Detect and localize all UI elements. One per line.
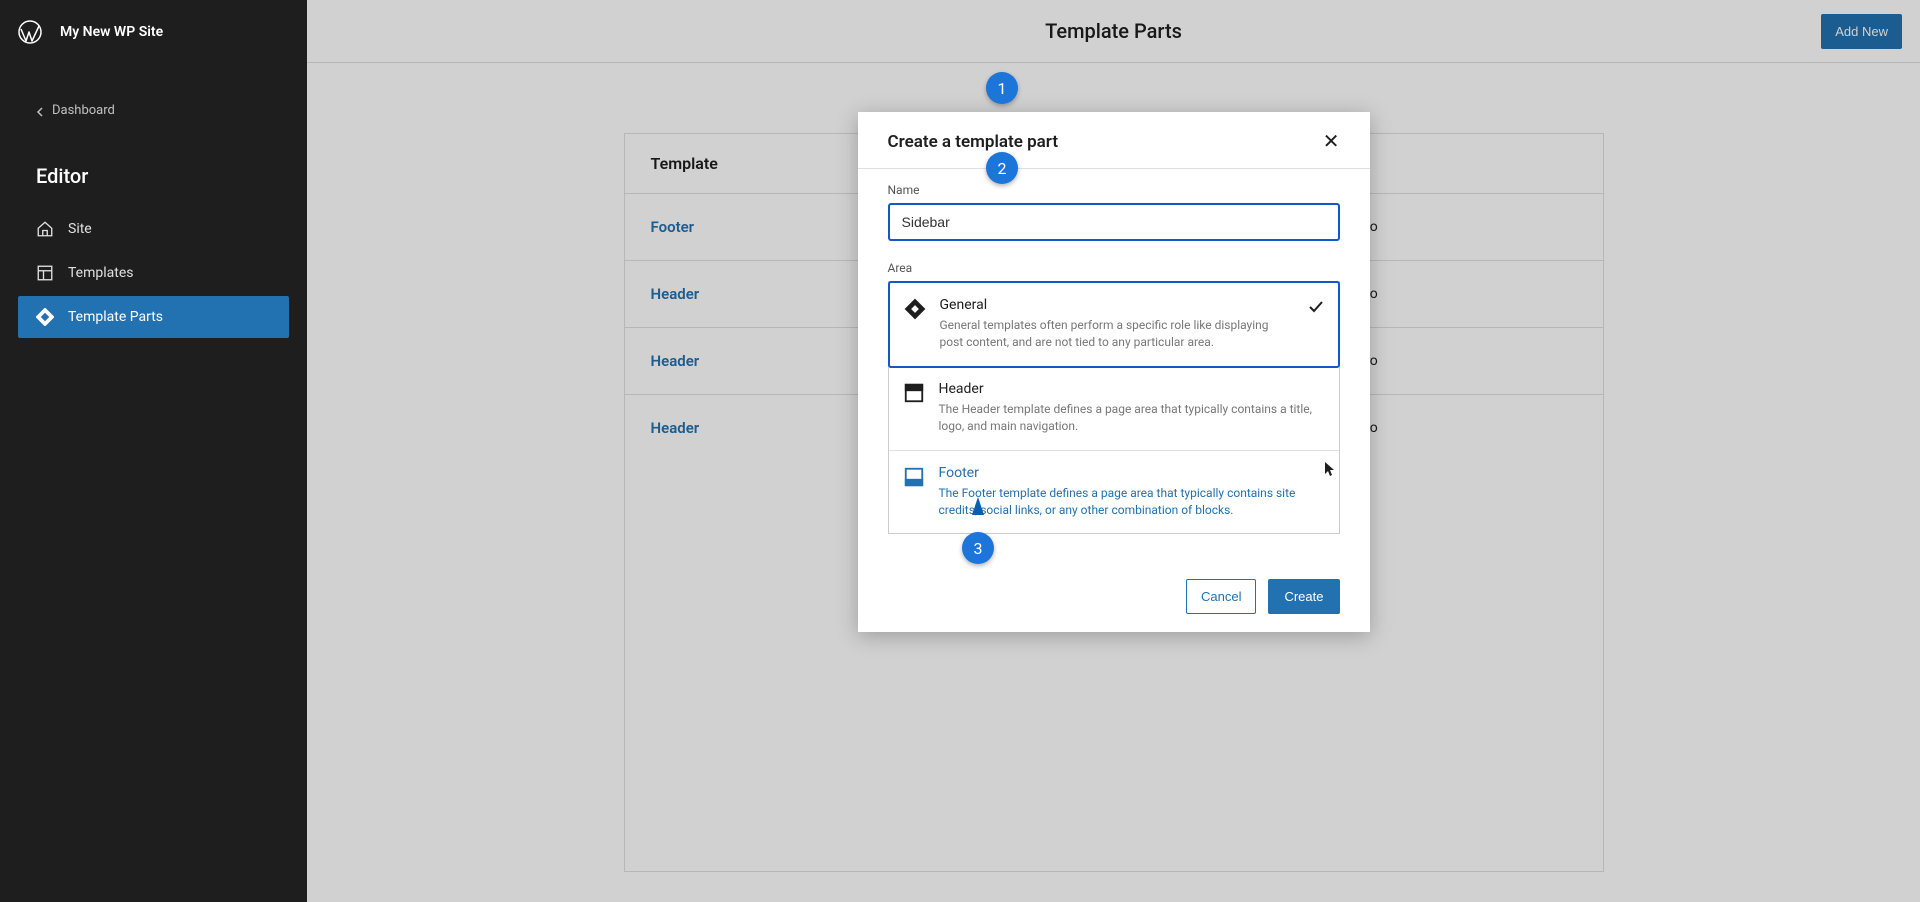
dashboard-label: Dashboard <box>52 103 115 118</box>
editor-heading: Editor <box>0 130 307 208</box>
template-part-icon <box>36 308 54 326</box>
editor-nav: Site Templates Template Parts <box>0 208 307 340</box>
annotation-badge-1: 1 <box>986 72 1018 104</box>
area-option-texts: Header The Header template defines a pag… <box>939 381 1325 436</box>
area-option-footer[interactable]: Footer The Footer template defines a pag… <box>889 451 1339 534</box>
area-option-header[interactable]: Header The Header template defines a pag… <box>889 367 1339 451</box>
chevron-left-icon <box>36 106 46 116</box>
nav-item-templates[interactable]: Templates <box>18 252 289 294</box>
area-option-texts: Footer The Footer template defines a pag… <box>939 465 1325 520</box>
footer-area-icon <box>903 466 925 488</box>
area-desc: General templates often perform a specif… <box>940 317 1294 352</box>
area-title: Header <box>939 381 1325 397</box>
modal-overlay: Create a template part ✕ Name Area <box>307 0 1920 902</box>
area-option-general[interactable]: General General templates often perform … <box>888 281 1340 368</box>
nav-label: Template Parts <box>68 309 163 325</box>
modal-close-button[interactable]: ✕ <box>1323 132 1340 152</box>
area-option-texts: General General templates often perform … <box>940 297 1294 352</box>
area-field-label: Area <box>888 261 1340 275</box>
create-button[interactable]: Create <box>1268 579 1339 614</box>
area-desc: The Footer template defines a page area … <box>939 485 1325 520</box>
dashboard-back-link[interactable]: Dashboard <box>0 91 307 130</box>
layout-icon <box>36 264 54 282</box>
nav-item-template-parts[interactable]: Template Parts <box>18 296 289 338</box>
area-options: General General templates often perform … <box>888 281 1340 534</box>
house-icon <box>36 220 54 238</box>
modal-header: Create a template part ✕ <box>858 112 1370 169</box>
general-area-icon <box>904 298 926 320</box>
header-area-icon <box>903 382 925 404</box>
nav-label: Site <box>68 221 92 237</box>
close-icon: ✕ <box>1323 131 1340 153</box>
check-icon <box>1308 299 1324 315</box>
create-template-part-modal: Create a template part ✕ Name Area <box>858 112 1370 632</box>
annotation-arrow-icon <box>972 497 984 515</box>
wordpress-logo-icon <box>18 20 42 44</box>
area-title: General <box>940 297 1294 313</box>
modal-title: Create a template part <box>888 132 1059 152</box>
name-field-label: Name <box>888 183 1340 197</box>
name-input[interactable] <box>888 203 1340 241</box>
modal-body: Name Area General General templates ofte… <box>858 169 1370 565</box>
annotation-badge-3: 3 <box>962 532 994 564</box>
area-title: Footer <box>939 465 1325 481</box>
area-desc: The Header template defines a page area … <box>939 401 1325 436</box>
site-title[interactable]: My New WP Site <box>60 24 163 40</box>
sidebar-top: My New WP Site <box>0 0 307 63</box>
annotation-badge-2: 2 <box>986 152 1018 184</box>
modal-footer: Cancel Create <box>858 565 1370 632</box>
area-field: Area General General templates often per… <box>888 261 1340 534</box>
nav-item-site[interactable]: Site <box>18 208 289 250</box>
nav-label: Templates <box>68 265 134 281</box>
main-area: Template Parts Add New Template Added by… <box>307 0 1920 902</box>
cancel-button[interactable]: Cancel <box>1186 579 1256 614</box>
admin-sidebar: My New WP Site Dashboard Editor Site Tem… <box>0 0 307 902</box>
cursor-icon <box>1321 461 1335 479</box>
